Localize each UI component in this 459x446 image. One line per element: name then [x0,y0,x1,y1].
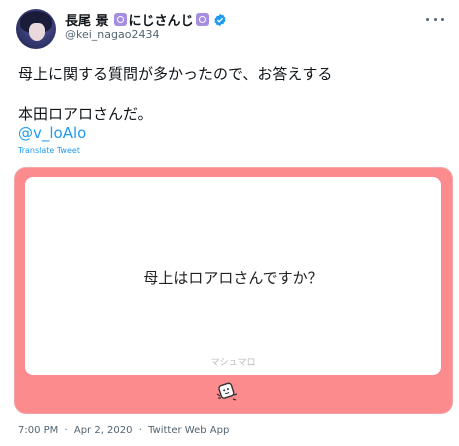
tweet-meta: 7:00 PM · Apr 2, 2020 · Twitter Web App [18,425,229,436]
avatar[interactable] [16,9,56,49]
media-card[interactable]: 母上はロアロさんですか？ マシュマロ [14,167,453,414]
meta-separator: · [64,425,68,436]
mention-link[interactable]: @v_loAlo [18,124,86,142]
tweet-client[interactable]: Twitter Web App [148,425,229,436]
marshmallow-icon [216,382,238,401]
verified-badge-icon [214,13,226,26]
meta-separator: · [138,425,142,436]
tweet-date[interactable]: Apr 2, 2020 [74,425,133,436]
question-text: 母上はロアロさんですか？ [143,269,323,287]
author-name[interactable]: 長尾 景 [65,10,109,29]
avatar-face [29,23,45,41]
marshmallow-brand: マシュマロ [210,358,256,368]
tweet-text-line-1: 母上に関する質問が多かったので、お答えする [18,65,333,83]
translate-tweet-link[interactable]: Translate Tweet [18,146,80,155]
nijisanji-emoji-icon [113,13,127,26]
tweet-text-line-2: 本田ロアロさんだ。 [18,105,153,123]
more-horizontal-icon[interactable] [426,14,444,24]
author-name-row[interactable]: 長尾 景 にじさんじ [65,10,227,29]
author-handle[interactable]: @kei_nagao2434 [65,28,159,41]
question-card: 母上はロアロさんですか？ マシュマロ [25,177,441,375]
nijisanji-emoji-icon [195,13,209,26]
tweet-time[interactable]: 7:00 PM [18,425,58,436]
author-affiliation[interactable]: にじさんじ [129,10,194,29]
